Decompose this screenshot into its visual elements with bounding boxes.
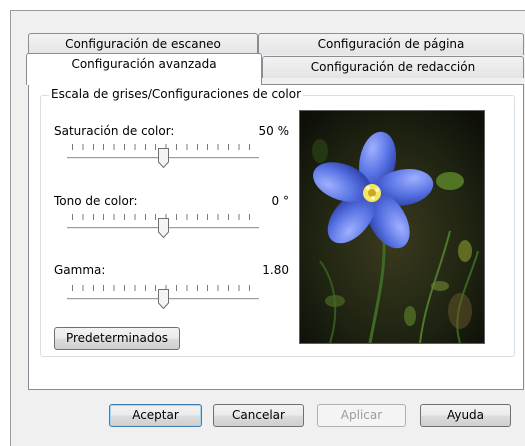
tab-advanced-settings[interactable]: Configuración avanzada <box>26 53 262 85</box>
hue-thumb[interactable] <box>158 218 169 239</box>
advanced-settings-panel: Escala de grises/Configuraciones de colo… <box>28 84 524 390</box>
defaults-button[interactable]: Predeterminados <box>54 327 180 350</box>
saturation-thumb[interactable] <box>158 148 169 169</box>
saturation-slider[interactable] <box>67 144 259 172</box>
help-button[interactable]: Ayuda <box>420 404 511 427</box>
hue-label: Tono de color: <box>54 194 138 208</box>
hue-slider[interactable] <box>67 214 259 242</box>
accept-button[interactable]: Aceptar <box>109 404 202 427</box>
saturation-label: Saturación de color: <box>54 124 175 138</box>
color-settings-group: Escala de grises/Configuraciones de colo… <box>40 87 515 357</box>
tab-scan-settings-label: Configuración de escaneo <box>65 37 221 51</box>
tab-advanced-settings-label: Configuración avanzada <box>71 57 217 71</box>
gamma-thumb[interactable] <box>158 289 169 310</box>
tab-scan-settings[interactable]: Configuración de escaneo <box>28 33 258 55</box>
cancel-button[interactable]: Cancelar <box>213 404 304 427</box>
apply-button[interactable]: Aplicar <box>317 404 406 427</box>
flower-preview-image <box>300 111 484 343</box>
gamma-slider[interactable] <box>67 285 259 313</box>
group-legend: Escala de grises/Configuraciones de colo… <box>49 87 304 101</box>
tab-page-settings[interactable]: Configuración de página <box>258 33 524 55</box>
gamma-value: 1.80 <box>262 263 289 277</box>
tab-redaction-settings-label: Configuración de redacción <box>310 60 476 74</box>
hue-value: 0 ° <box>271 194 289 208</box>
settings-dialog: Configuración de escaneo Configuración d… <box>10 10 525 446</box>
preview-image <box>299 110 485 344</box>
tab-page-settings-label: Configuración de página <box>317 37 465 51</box>
saturation-value: 50 % <box>258 124 290 138</box>
gamma-label: Gamma: <box>54 263 106 277</box>
tab-redaction-settings[interactable]: Configuración de redacción <box>262 56 524 78</box>
